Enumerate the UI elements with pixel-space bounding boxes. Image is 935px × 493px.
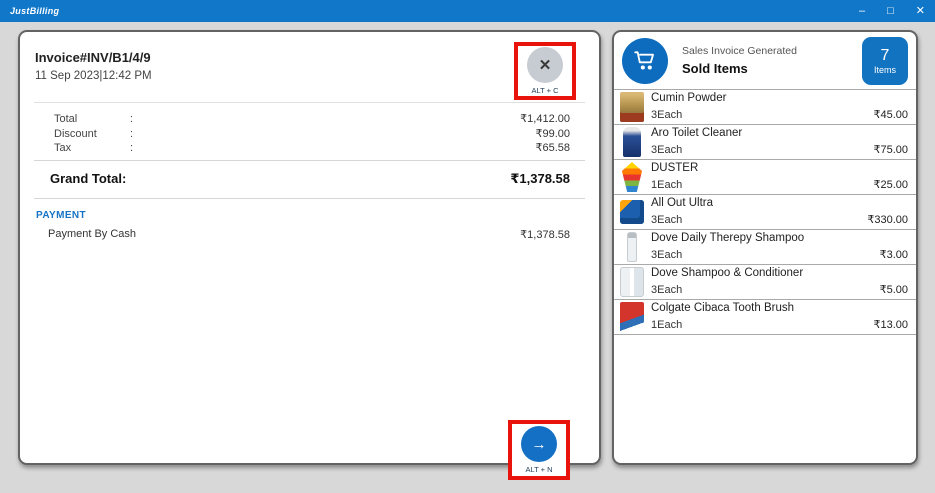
summary-colon: : [130, 112, 140, 127]
item-qty: 3Each [651, 144, 682, 157]
item-price: ₹45.00 [873, 109, 908, 122]
shopping-cart-icon [622, 38, 668, 84]
summary-row-discount: Discount : ₹99.00 [54, 127, 570, 142]
list-item: DUSTER 1Each ₹25.00 [614, 160, 916, 195]
sold-items-panel: Sales Invoice Generated Sold Items 7 Ite… [612, 30, 918, 465]
sold-items-titles: Sales Invoice Generated Sold Items [682, 45, 797, 76]
payment-row: Payment By Cash ₹1,378.58 [48, 228, 570, 241]
item-name: Dove Shampoo & Conditioner [651, 267, 908, 280]
product-thumbnail-shampoo-conditioner [620, 267, 644, 297]
payment-amount: ₹1,378.58 [520, 228, 570, 241]
status-text: Sales Invoice Generated [682, 45, 797, 57]
product-thumbnail-duster [620, 162, 644, 192]
item-name: Dove Daily Therepy Shampoo [651, 232, 908, 245]
items-count-badge: 7 Items [862, 37, 908, 85]
list-item: Aro Toilet Cleaner 3Each ₹75.00 [614, 125, 916, 160]
grand-total-row: Grand Total: ₹1,378.58 [50, 171, 570, 187]
sold-items-header: Sales Invoice Generated Sold Items 7 Ite… [614, 32, 916, 90]
product-thumbnail-toothbrush [620, 302, 644, 332]
product-thumbnail-toilet-cleaner [623, 127, 641, 157]
summary-value: ₹1,412.00 [520, 112, 570, 127]
window-controls: – □ ✕ [859, 0, 925, 22]
summary-value: ₹65.58 [535, 141, 570, 156]
summary-label: Tax [54, 141, 130, 156]
item-price: ₹13.00 [873, 319, 908, 332]
arrow-right-icon: → [532, 436, 547, 453]
item-qty: 3Each [651, 249, 682, 262]
divider [34, 198, 585, 199]
invoice-number: Invoice#INV/B1/4/9 [35, 50, 152, 65]
badge-count: 7 [881, 47, 890, 65]
item-name: Cumin Powder [651, 92, 908, 105]
item-price: ₹5.00 [880, 284, 908, 297]
summary-value: ₹99.00 [535, 127, 570, 142]
summary-row-tax: Tax : ₹65.58 [54, 141, 570, 156]
item-price: ₹25.00 [873, 179, 908, 192]
invoice-header: Invoice#INV/B1/4/9 11 Sep 2023|12:42 PM [35, 50, 152, 82]
summary-label: Discount [54, 127, 130, 142]
new-invoice-button[interactable]: → [521, 426, 557, 462]
summary-colon: : [130, 141, 140, 156]
item-price: ₹330.00 [867, 214, 908, 227]
grand-total-label: Grand Total: [50, 171, 126, 187]
item-name: DUSTER [651, 162, 908, 175]
close-shortcut-label: ALT + C [531, 86, 558, 95]
close-icon: ✕ [539, 56, 552, 74]
close-invoice-button[interactable]: ✕ [527, 47, 563, 83]
item-qty: 3Each [651, 214, 682, 227]
app-logo: JustBilling [10, 6, 59, 16]
list-item: Dove Shampoo & Conditioner 3Each ₹5.00 [614, 265, 916, 300]
invoice-panel: Invoice#INV/B1/4/9 11 Sep 2023|12:42 PM … [18, 30, 601, 465]
invoice-datetime: 11 Sep 2023|12:42 PM [35, 70, 152, 82]
maximize-icon[interactable]: □ [887, 0, 894, 22]
next-shortcut-label: ALT + N [525, 465, 552, 474]
badge-label: Items [874, 65, 896, 75]
close-window-icon[interactable]: ✕ [916, 0, 925, 22]
list-item: Dove Daily Therepy Shampoo 3Each ₹3.00 [614, 230, 916, 265]
list-item: Colgate Cibaca Tooth Brush 1Each ₹13.00 [614, 300, 916, 335]
item-qty: 3Each [651, 284, 682, 297]
product-thumbnail-cumin-powder [620, 92, 644, 122]
grand-total-value: ₹1,378.58 [510, 171, 570, 187]
payment-method: Payment By Cash [48, 228, 136, 241]
product-thumbnail-shampoo [627, 232, 637, 262]
item-name: Colgate Cibaca Tooth Brush [651, 302, 908, 315]
divider [34, 102, 585, 103]
next-invoice-annotation: → ALT + N [508, 420, 570, 480]
item-qty: 1Each [651, 319, 682, 332]
item-name: Aro Toilet Cleaner [651, 127, 908, 140]
divider [34, 160, 585, 161]
product-thumbnail-all-out [620, 200, 644, 224]
item-name: All Out Ultra [651, 197, 908, 210]
titlebar: JustBilling – □ ✕ [0, 0, 935, 22]
payment-section-heading: PAYMENT [36, 210, 86, 221]
invoice-summary: Total : ₹1,412.00 Discount : ₹99.00 Tax … [54, 112, 570, 156]
summary-colon: : [130, 127, 140, 142]
item-qty: 3Each [651, 109, 682, 122]
list-item: Cumin Powder 3Each ₹45.00 [614, 90, 916, 125]
item-price: ₹3.00 [880, 249, 908, 262]
item-price: ₹75.00 [873, 144, 908, 157]
list-item: All Out Ultra 3Each ₹330.00 [614, 195, 916, 230]
minimize-icon[interactable]: – [859, 0, 865, 22]
summary-row-total: Total : ₹1,412.00 [54, 112, 570, 127]
item-qty: 1Each [651, 179, 682, 192]
summary-label: Total [54, 112, 130, 127]
sold-items-title: Sold Items [682, 61, 797, 76]
close-invoice-annotation: ✕ ALT + C [514, 42, 576, 100]
